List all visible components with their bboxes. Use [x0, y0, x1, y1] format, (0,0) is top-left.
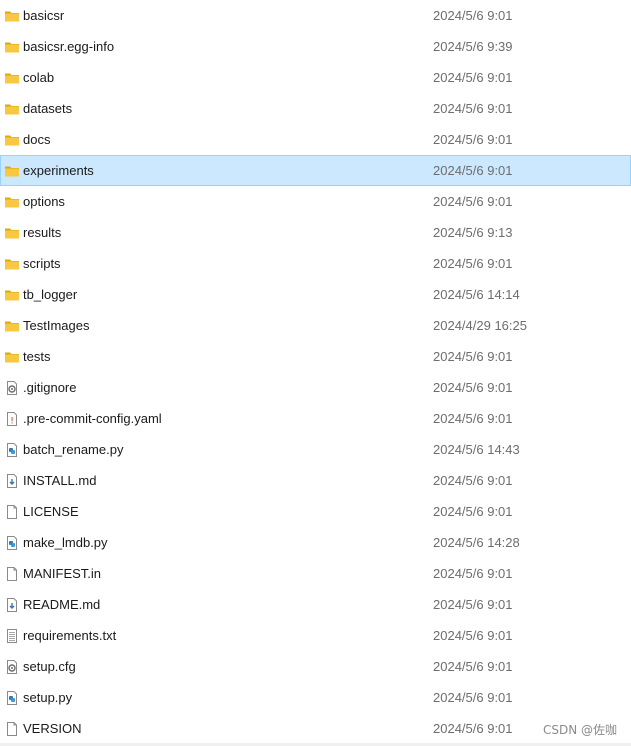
folder-icon — [4, 256, 20, 272]
file-row[interactable]: MANIFEST.in 2024/5/6 9:01 — [0, 558, 631, 589]
file-date-modified: 2024/5/6 9:01 — [433, 101, 513, 116]
folder-icon — [4, 101, 20, 117]
file-date-modified: 2024/5/6 9:01 — [433, 70, 513, 85]
file-name: setup.cfg — [23, 659, 76, 674]
config-file-icon — [4, 380, 20, 396]
file-name: scripts — [23, 256, 61, 271]
folder-icon — [4, 132, 20, 148]
blank-file-icon — [4, 566, 20, 582]
file-name: requirements.txt — [23, 628, 117, 643]
file-name: docs — [23, 132, 51, 147]
folder-icon — [4, 8, 20, 24]
file-name: batch_rename.py — [23, 442, 124, 457]
file-date-modified: 2024/5/6 9:01 — [433, 132, 513, 147]
file-name: make_lmdb.py — [23, 535, 108, 550]
markdown-file-icon — [4, 473, 20, 489]
folder-icon — [4, 225, 20, 241]
folder-icon — [4, 70, 20, 86]
file-date-modified: 2024/5/6 9:01 — [433, 194, 513, 209]
file-name: TestImages — [23, 318, 90, 333]
file-row[interactable]: options 2024/5/6 9:01 — [0, 186, 631, 217]
config-file-icon — [4, 659, 20, 675]
file-date-modified: 2024/5/6 9:01 — [433, 473, 513, 488]
folder-icon — [4, 349, 20, 365]
file-name: experiments — [23, 163, 94, 178]
file-name: basicsr — [23, 8, 65, 23]
file-name: options — [23, 194, 65, 209]
file-date-modified: 2024/5/6 9:01 — [433, 8, 513, 23]
file-list: basicsr 2024/5/6 9:01 basicsr.egg-info 2024… — [0, 0, 631, 744]
file-row[interactable]: LICENSE 2024/5/6 9:01 — [0, 496, 631, 527]
file-date-modified: 2024/4/29 16:25 — [433, 318, 527, 333]
file-date-modified: 2024/5/6 9:01 — [433, 349, 513, 364]
file-date-modified: 2024/5/6 9:01 — [433, 566, 513, 581]
file-date-modified: 2024/5/6 14:43 — [433, 442, 520, 457]
file-row[interactable]: tests 2024/5/6 9:01 — [0, 341, 631, 372]
file-date-modified: 2024/5/6 9:01 — [433, 163, 513, 178]
yaml-file-icon: ! — [4, 411, 20, 427]
file-date-modified: 2024/5/6 9:01 — [433, 721, 513, 736]
file-row[interactable]: VERSION 2024/5/6 9:01 — [0, 713, 631, 744]
file-date-modified: 2024/5/6 14:14 — [433, 287, 520, 302]
folder-icon — [4, 163, 20, 179]
markdown-file-icon — [4, 597, 20, 613]
file-date-modified: 2024/5/6 9:01 — [433, 256, 513, 271]
file-row[interactable]: requirements.txt 2024/5/6 9:01 — [0, 620, 631, 651]
file-row[interactable]: make_lmdb.py 2024/5/6 14:28 — [0, 527, 631, 558]
file-date-modified: 2024/5/6 9:01 — [433, 628, 513, 643]
file-date-modified: 2024/5/6 9:01 — [433, 380, 513, 395]
file-row[interactable]: setup.cfg 2024/5/6 9:01 — [0, 651, 631, 682]
file-row[interactable]: scripts 2024/5/6 9:01 — [0, 248, 631, 279]
file-date-modified: 2024/5/6 9:01 — [433, 411, 513, 426]
file-date-modified: 2024/5/6 14:28 — [433, 535, 520, 550]
file-row[interactable]: setup.py 2024/5/6 9:01 — [0, 682, 631, 713]
folder-icon — [4, 194, 20, 210]
file-row[interactable]: basicsr 2024/5/6 9:01 — [0, 0, 631, 31]
blank-file-icon — [4, 721, 20, 737]
file-name: .gitignore — [23, 380, 77, 395]
file-name: tests — [23, 349, 51, 364]
file-row[interactable]: tb_logger 2024/5/6 14:14 — [0, 279, 631, 310]
file-date-modified: 2024/5/6 9:01 — [433, 690, 513, 705]
file-date-modified: 2024/5/6 9:01 — [433, 504, 513, 519]
file-date-modified: 2024/5/6 9:01 — [433, 659, 513, 674]
svg-text:!: ! — [10, 417, 14, 427]
file-row[interactable]: TestImages 2024/4/29 16:25 — [0, 310, 631, 341]
watermark: CSDN @佐咖 — [542, 723, 617, 737]
file-row[interactable]: basicsr.egg-info 2024/5/6 9:39 — [0, 31, 631, 62]
file-row[interactable]: batch_rename.py 2024/5/6 14:43 — [0, 434, 631, 465]
file-name: LICENSE — [23, 504, 79, 519]
file-name: README.md — [23, 597, 101, 612]
file-row[interactable]: README.md 2024/5/6 9:01 — [0, 589, 631, 620]
file-date-modified: 2024/5/6 9:13 — [433, 225, 513, 240]
file-row[interactable]: datasets 2024/5/6 9:01 — [0, 93, 631, 124]
python-file-icon — [4, 535, 20, 551]
file-name: colab — [23, 70, 55, 85]
python-file-icon — [4, 690, 20, 706]
file-name: INSTALL.md — [23, 473, 97, 488]
text-file-icon — [4, 628, 20, 644]
file-name: MANIFEST.in — [23, 566, 102, 581]
folder-icon — [4, 39, 20, 55]
file-row[interactable]: results 2024/5/6 9:13 — [0, 217, 631, 248]
file-row[interactable]: INSTALL.md 2024/5/6 9:01 — [0, 465, 631, 496]
file-name: basicsr.egg-info — [23, 39, 115, 54]
python-file-icon — [4, 442, 20, 458]
file-name: datasets — [23, 101, 73, 116]
file-row[interactable]: colab 2024/5/6 9:01 — [0, 62, 631, 93]
file-row[interactable]: .gitignore 2024/5/6 9:01 — [0, 372, 631, 403]
file-date-modified: 2024/5/6 9:01 — [433, 597, 513, 612]
file-name: tb_logger — [23, 287, 78, 302]
blank-file-icon — [4, 504, 20, 520]
file-date-modified: 2024/5/6 9:39 — [433, 39, 513, 54]
folder-icon — [4, 318, 20, 334]
file-row[interactable]: experiments 2024/5/6 9:01 — [0, 155, 631, 186]
file-row[interactable]: ! .pre-commit-config.yaml 2024/5/6 9:01 — [0, 403, 631, 434]
file-row[interactable]: docs 2024/5/6 9:01 — [0, 124, 631, 155]
file-name: .pre-commit-config.yaml — [23, 411, 162, 426]
file-name: VERSION — [23, 721, 82, 736]
folder-icon — [4, 287, 20, 303]
file-name: setup.py — [23, 690, 73, 705]
file-name: results — [23, 225, 62, 240]
